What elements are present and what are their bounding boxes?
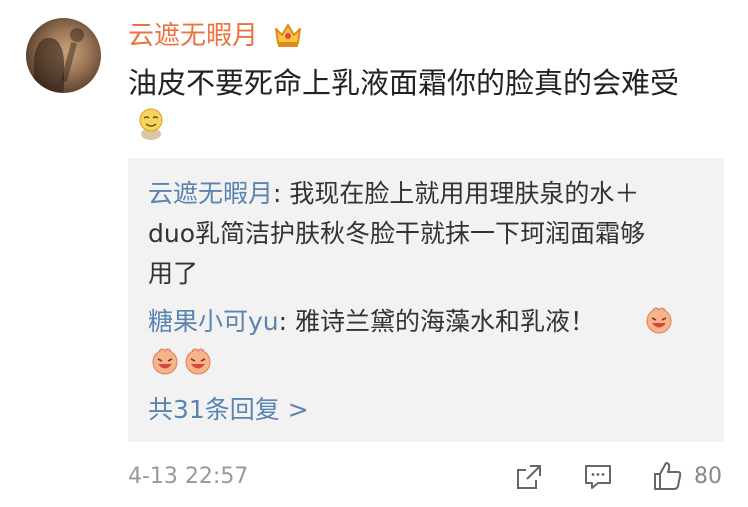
replies-panel: 云遮无暇月: 我现在脸上就用用理肤泉的水＋ duo乳简洁护肤秋冬脸干就抹一下珂润… [128,158,724,442]
reply-author[interactable]: 云遮无暇月 [148,179,273,208]
reply-text: 雅诗兰黛的海藻水和乳液！ [295,307,596,336]
comment-username[interactable]: 云遮无暇月 [128,20,258,52]
reply-author[interactable]: 糖果小可yu [148,307,279,336]
laughing-emoji-icon [185,348,211,375]
like-count: 80 [694,464,722,489]
emoji-icon [139,108,163,140]
like-icon[interactable] [652,460,684,492]
reply-text-continued: 用了 [148,259,199,288]
crown-icon [275,24,301,47]
reply-text-continued: duo乳简洁护肤秋冬脸干就抹一下珂润面霜够 [148,219,646,248]
reply-item[interactable]: 云遮无暇月: 我现在脸上就用用理肤泉的水＋ [148,174,639,214]
avatar[interactable] [26,18,101,93]
laughing-emoji-icon [646,307,672,334]
reply-item[interactable]: 糖果小可yu: 雅诗兰黛的海藻水和乳液！ [148,302,595,342]
share-icon[interactable] [514,462,544,492]
laughing-emoji-icon [152,348,178,375]
comment-icon[interactable] [583,462,613,492]
reply-text: 我现在脸上就用用理肤泉的水＋ [289,179,640,208]
more-replies-link[interactable]: 共31条回复 > [148,390,309,430]
comment-text: 油皮不要死命上乳液面霜你的脸真的会难受 [128,66,680,100]
comment-timestamp: 4-13 22:57 [128,464,249,489]
